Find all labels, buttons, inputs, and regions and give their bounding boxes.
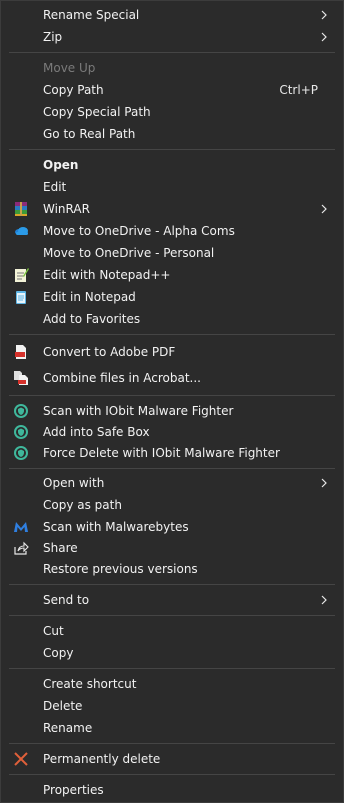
menu-item-label: Share bbox=[43, 541, 78, 555]
share-icon bbox=[13, 540, 29, 556]
menu-item-scan-malwarebytes[interactable]: Scan with Malwarebytes bbox=[1, 516, 343, 538]
menu-item-edit[interactable]: Edit bbox=[1, 176, 343, 198]
iobit-shield-icon bbox=[13, 424, 29, 440]
menu-item-move-onedrive-personal[interactable]: Move to OneDrive - Personal bbox=[1, 242, 343, 264]
separator bbox=[9, 743, 335, 744]
menu-item-copy-as-path[interactable]: Copy as path bbox=[1, 494, 343, 516]
shortcut-text: Ctrl+P bbox=[279, 83, 318, 97]
menu-item-edit-in-notepad[interactable]: Edit in Notepad bbox=[1, 286, 343, 308]
menu-item-label: Scan with Malwarebytes bbox=[43, 520, 189, 534]
separator bbox=[9, 774, 335, 775]
menu-item-share[interactable]: Share bbox=[1, 537, 343, 559]
menu-item-label: Combine files in Acrobat... bbox=[43, 371, 201, 385]
menu-item-label: Cut bbox=[43, 624, 64, 638]
menu-item-label: Move to OneDrive - Personal bbox=[43, 246, 215, 260]
menu-item-label: Scan with IObit Malware Fighter bbox=[43, 404, 234, 418]
acrobat-combine-icon bbox=[13, 370, 29, 386]
malwarebytes-icon bbox=[13, 519, 29, 535]
context-menu: Rename Special Zip Move Up Copy Path Ctr… bbox=[0, 0, 344, 803]
menu-item-restore-previous[interactable]: Restore previous versions bbox=[1, 558, 343, 580]
winrar-icon bbox=[13, 201, 29, 217]
menu-item-convert-adobe-pdf[interactable]: Convert to Adobe PDF bbox=[1, 341, 343, 363]
chevron-right-icon bbox=[321, 204, 327, 214]
separator bbox=[9, 468, 335, 469]
menu-item-label: Copy bbox=[43, 646, 74, 660]
menu-item-label: Move to OneDrive - Alpha Coms bbox=[43, 224, 235, 238]
menu-item-label: Add to Favorites bbox=[43, 312, 141, 326]
menu-item-label: Open bbox=[43, 158, 79, 172]
separator bbox=[9, 395, 335, 396]
menu-item-permanently-delete[interactable]: Permanently delete bbox=[1, 748, 343, 770]
close-x-icon bbox=[13, 751, 29, 767]
menu-item-move-up: Move Up bbox=[1, 57, 343, 79]
separator bbox=[9, 584, 335, 585]
menu-item-label: Zip bbox=[43, 30, 63, 44]
menu-item-add-safe-box[interactable]: Add into Safe Box bbox=[1, 421, 343, 443]
menu-item-label: Properties bbox=[43, 783, 104, 797]
menu-item-send-to[interactable]: Send to bbox=[1, 589, 343, 611]
menu-item-label: Edit bbox=[43, 180, 67, 194]
menu-item-label: Delete bbox=[43, 699, 83, 713]
adobe-pdf-icon bbox=[13, 344, 29, 360]
menu-item-winrar[interactable]: WinRAR bbox=[1, 198, 343, 220]
menu-item-label: Edit with Notepad++ bbox=[43, 268, 171, 282]
separator bbox=[9, 52, 335, 53]
separator bbox=[9, 149, 335, 150]
menu-item-rename[interactable]: Rename bbox=[1, 717, 343, 739]
chevron-right-icon bbox=[321, 10, 327, 20]
separator bbox=[9, 334, 335, 335]
menu-item-delete[interactable]: Delete bbox=[1, 695, 343, 717]
menu-item-go-to-real-path[interactable]: Go to Real Path bbox=[1, 123, 343, 145]
menu-item-open-with[interactable]: Open with bbox=[1, 472, 343, 494]
menu-item-label: Copy as path bbox=[43, 498, 122, 512]
menu-item-label: Add into Safe Box bbox=[43, 425, 150, 439]
menu-item-combine-acrobat[interactable]: Combine files in Acrobat... bbox=[1, 367, 343, 389]
notepadpp-icon bbox=[13, 267, 29, 283]
menu-item-label: Convert to Adobe PDF bbox=[43, 345, 176, 359]
menu-item-zip[interactable]: Zip bbox=[1, 26, 343, 48]
menu-item-copy-special-path[interactable]: Copy Special Path bbox=[1, 101, 343, 123]
menu-item-copy[interactable]: Copy bbox=[1, 642, 343, 664]
menu-item-open[interactable]: Open bbox=[1, 154, 343, 176]
iobit-shield-icon bbox=[13, 445, 29, 461]
menu-item-add-to-favorites[interactable]: Add to Favorites bbox=[1, 308, 343, 330]
chevron-right-icon bbox=[321, 595, 327, 605]
iobit-shield-icon bbox=[13, 403, 29, 419]
menu-item-label: Move Up bbox=[43, 61, 96, 75]
menu-item-label: Restore previous versions bbox=[43, 562, 198, 576]
menu-item-label: Copy Special Path bbox=[43, 105, 151, 119]
menu-item-copy-path[interactable]: Copy Path Ctrl+P bbox=[1, 79, 343, 101]
menu-item-label: Permanently delete bbox=[43, 752, 161, 766]
chevron-right-icon bbox=[321, 32, 327, 42]
menu-item-label: Rename Special bbox=[43, 8, 140, 22]
menu-item-label: Rename bbox=[43, 721, 93, 735]
menu-item-label: Edit in Notepad bbox=[43, 290, 136, 304]
menu-item-force-delete-iobit[interactable]: Force Delete with IObit Malware Fighter bbox=[1, 442, 343, 464]
menu-item-label: Create shortcut bbox=[43, 677, 137, 691]
chevron-right-icon bbox=[321, 478, 327, 488]
separator bbox=[9, 615, 335, 616]
notepad-icon bbox=[13, 289, 29, 305]
menu-item-label: WinRAR bbox=[43, 202, 90, 216]
menu-item-properties[interactable]: Properties bbox=[1, 779, 343, 801]
menu-item-label: Go to Real Path bbox=[43, 127, 136, 141]
menu-item-label: Open with bbox=[43, 476, 105, 490]
onedrive-icon bbox=[13, 223, 29, 239]
menu-item-create-shortcut[interactable]: Create shortcut bbox=[1, 673, 343, 695]
separator bbox=[9, 668, 335, 669]
menu-item-scan-iobit[interactable]: Scan with IObit Malware Fighter bbox=[1, 400, 343, 422]
menu-item-move-onedrive-alpha[interactable]: Move to OneDrive - Alpha Coms bbox=[1, 220, 343, 242]
menu-item-label: Force Delete with IObit Malware Fighter bbox=[43, 446, 280, 460]
menu-item-cut[interactable]: Cut bbox=[1, 620, 343, 642]
menu-item-rename-special[interactable]: Rename Special bbox=[1, 4, 343, 26]
menu-item-label: Send to bbox=[43, 593, 90, 607]
menu-item-label: Copy Path bbox=[43, 83, 104, 97]
menu-item-edit-notepadpp[interactable]: Edit with Notepad++ bbox=[1, 264, 343, 286]
